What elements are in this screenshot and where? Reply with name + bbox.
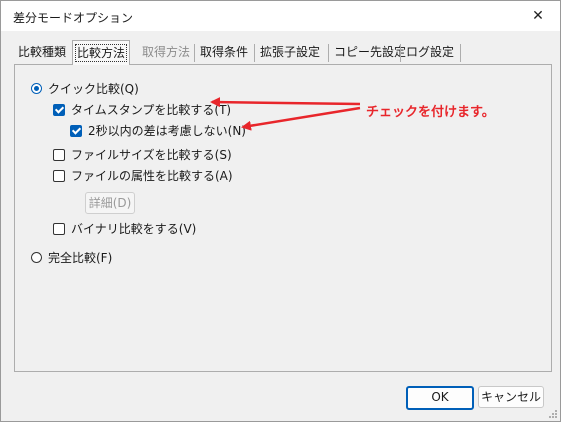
binary-checkbox[interactable]: バイナリ比較をする(V) [53, 220, 196, 237]
tab-log-settings[interactable]: ログ設定 [402, 42, 458, 62]
title-bar: 差分モードオプション ✕ [1, 1, 560, 31]
attributes-label: ファイルの属性を比較する(A) [71, 169, 233, 183]
cancel-button[interactable]: キャンセル [478, 386, 544, 408]
annotation-text: チェックを付けます。 [366, 105, 495, 120]
quick-compare-label: クイック比較(Q) [48, 82, 139, 96]
tab-copy-destination[interactable]: コピー先設定 [330, 42, 410, 62]
tab-fetch-method[interactable]: 取得方法 [138, 42, 194, 62]
tab-separator [400, 44, 401, 62]
checkbox-indicator [53, 103, 65, 116]
filesize-label: ファイルサイズを比較する(S) [71, 148, 232, 162]
checkbox-indicator [53, 148, 65, 161]
tab-compare-method[interactable]: 比較方法 [72, 40, 131, 65]
ok-button[interactable]: OK [406, 386, 474, 410]
binary-label: バイナリ比較をする(V) [71, 222, 197, 236]
checkbox-indicator [53, 222, 65, 235]
tab-fetch-conditions[interactable]: 取得条件 [196, 42, 252, 62]
checkbox-indicator [53, 169, 65, 182]
filesize-checkbox[interactable]: ファイルサイズを比較する(S) [53, 146, 232, 163]
ignore-2sec-label: 2秒以内の差は考慮しない(N) [88, 124, 246, 138]
window-title: 差分モードオプション [13, 11, 134, 25]
full-compare-radio[interactable]: 完全比較(F) [31, 249, 112, 266]
tab-separator [328, 44, 329, 62]
radio-indicator [31, 83, 42, 94]
tab-extension-settings[interactable]: 拡張子設定 [256, 42, 324, 62]
timestamp-checkbox[interactable]: タイムスタンプを比較する(T) [53, 101, 231, 118]
details-button[interactable]: 詳細(D) [85, 192, 135, 214]
close-icon[interactable]: ✕ [516, 1, 560, 31]
timestamp-label: タイムスタンプを比較する(T) [71, 103, 232, 117]
checkbox-indicator [70, 124, 82, 137]
full-compare-label: 完全比較(F) [48, 251, 113, 265]
resize-grip-icon[interactable] [548, 409, 558, 419]
tab-compare-type[interactable]: 比較種類 [14, 42, 70, 62]
attributes-checkbox[interactable]: ファイルの属性を比較する(A) [53, 167, 233, 184]
tab-separator [194, 44, 195, 62]
ignore-2sec-checkbox[interactable]: 2秒以内の差は考慮しない(N) [70, 122, 246, 139]
radio-indicator [31, 252, 42, 263]
tab-separator [460, 44, 461, 62]
quick-compare-radio[interactable]: クイック比較(Q) [31, 80, 139, 97]
tab-separator [254, 44, 255, 62]
